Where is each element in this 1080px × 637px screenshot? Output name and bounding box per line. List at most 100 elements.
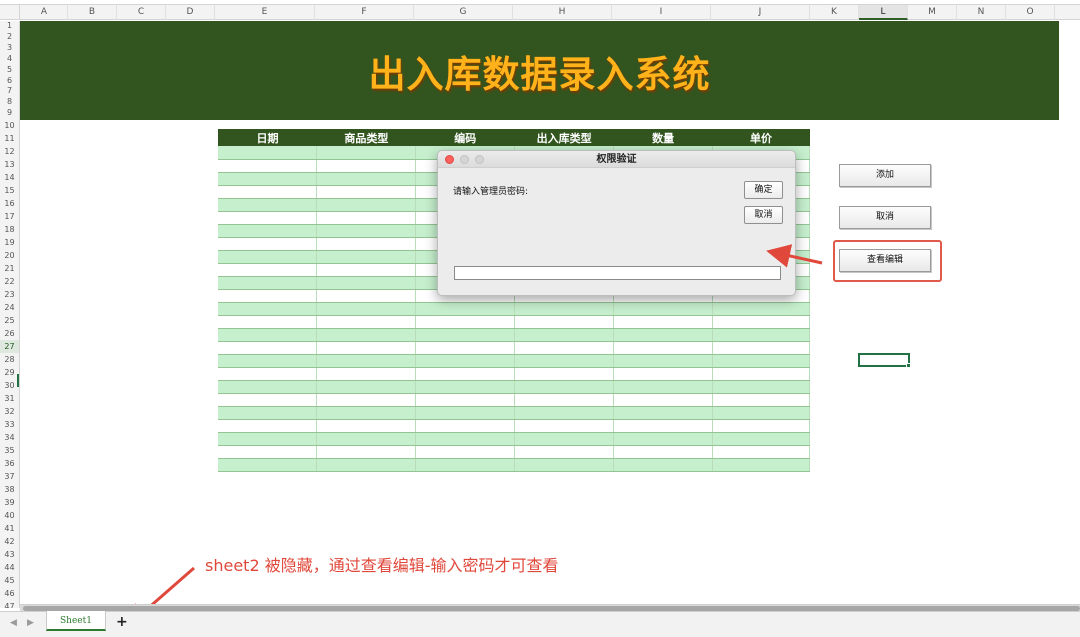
table-cell[interactable] <box>514 354 615 368</box>
dialog-titlebar[interactable]: 权限验证 <box>438 151 795 168</box>
table-cell[interactable] <box>218 406 318 420</box>
row-header-19[interactable]: 19 <box>0 236 19 249</box>
table-cell[interactable] <box>514 302 615 316</box>
table-cell[interactable] <box>218 315 318 329</box>
column-header-e[interactable]: E <box>215 5 315 20</box>
row-header-6[interactable]: 6 <box>0 76 19 87</box>
table-cell[interactable] <box>514 341 615 355</box>
table-cell[interactable] <box>514 406 615 420</box>
row-header-23[interactable]: 23 <box>0 288 19 301</box>
table-cell[interactable] <box>316 185 417 199</box>
table-cell[interactable] <box>712 302 810 316</box>
table-cell[interactable] <box>712 328 810 342</box>
table-cell[interactable] <box>613 406 714 420</box>
table-cell[interactable] <box>415 419 516 433</box>
table-cell[interactable] <box>415 367 516 381</box>
column-header-b[interactable]: B <box>68 5 117 20</box>
row-header-40[interactable]: 40 <box>0 509 19 522</box>
row-header-14[interactable]: 14 <box>0 171 19 184</box>
row-header-21[interactable]: 21 <box>0 262 19 275</box>
table-cell[interactable] <box>218 432 318 446</box>
row-header-1[interactable]: 1 <box>0 21 19 32</box>
column-header-g[interactable]: G <box>414 5 513 20</box>
table-cell[interactable] <box>218 380 318 394</box>
table-cell[interactable] <box>316 315 417 329</box>
table-cell[interactable] <box>712 380 810 394</box>
table-cell[interactable] <box>218 159 318 173</box>
table-cell[interactable] <box>218 237 318 251</box>
row-header-25[interactable]: 25 <box>0 314 19 327</box>
table-cell[interactable] <box>712 419 810 433</box>
row-header-16[interactable]: 16 <box>0 197 19 210</box>
table-cell[interactable] <box>613 302 714 316</box>
password-input[interactable] <box>454 266 781 280</box>
column-header-i[interactable]: I <box>612 5 711 20</box>
table-cell[interactable] <box>712 315 810 329</box>
table-cell[interactable] <box>514 458 615 472</box>
table-cell[interactable] <box>316 198 417 212</box>
table-cell[interactable] <box>613 393 714 407</box>
table-cell[interactable] <box>316 146 417 160</box>
row-header-26[interactable]: 26 <box>0 327 19 340</box>
table-cell[interactable] <box>613 445 714 459</box>
table-cell[interactable] <box>712 445 810 459</box>
row-header-4[interactable]: 4 <box>0 54 19 65</box>
table-cell[interactable] <box>415 406 516 420</box>
row-header-17[interactable]: 17 <box>0 210 19 223</box>
table-cell[interactable] <box>613 328 714 342</box>
table-cell[interactable] <box>514 445 615 459</box>
row-header-22[interactable]: 22 <box>0 275 19 288</box>
row-header-36[interactable]: 36 <box>0 457 19 470</box>
table-cell[interactable] <box>712 432 810 446</box>
view-edit-button[interactable]: 查看编辑 <box>839 249 931 272</box>
table-cell[interactable] <box>218 445 318 459</box>
table-cell[interactable] <box>218 224 318 238</box>
table-cell[interactable] <box>415 354 516 368</box>
table-cell[interactable] <box>218 302 318 316</box>
table-cell[interactable] <box>613 341 714 355</box>
column-header-c[interactable]: C <box>117 5 166 20</box>
row-header-8[interactable]: 8 <box>0 97 19 108</box>
cancel-button[interactable]: 取消 <box>839 206 931 229</box>
table-cell[interactable] <box>218 419 318 433</box>
table-cell[interactable] <box>316 341 417 355</box>
column-header-a[interactable]: A <box>21 5 68 20</box>
table-cell[interactable] <box>613 367 714 381</box>
header-unit-price[interactable]: 单价 <box>712 129 810 146</box>
table-cell[interactable] <box>415 315 516 329</box>
row-header-42[interactable]: 42 <box>0 535 19 548</box>
fill-handle[interactable] <box>906 363 911 368</box>
next-sheet-icon[interactable]: ▶ <box>27 618 34 628</box>
table-cell[interactable] <box>712 367 810 381</box>
row-header-7[interactable]: 7 <box>0 86 19 97</box>
row-header-45[interactable]: 45 <box>0 574 19 587</box>
close-icon[interactable] <box>445 155 454 164</box>
table-cell[interactable] <box>218 146 318 160</box>
table-cell[interactable] <box>218 263 318 277</box>
horizontal-scrollbar[interactable] <box>20 604 1080 611</box>
table-cell[interactable] <box>316 458 417 472</box>
table-cell[interactable] <box>514 380 615 394</box>
table-cell[interactable] <box>613 458 714 472</box>
row-header-44[interactable]: 44 <box>0 561 19 574</box>
column-header-d[interactable]: D <box>166 5 215 20</box>
header-code[interactable]: 编码 <box>415 129 515 146</box>
table-cell[interactable] <box>712 406 810 420</box>
row-header-41[interactable]: 41 <box>0 522 19 535</box>
table-cell[interactable] <box>514 432 615 446</box>
table-cell[interactable] <box>415 432 516 446</box>
table-cell[interactable] <box>613 432 714 446</box>
table-cell[interactable] <box>415 393 516 407</box>
table-cell[interactable] <box>316 289 417 303</box>
table-cell[interactable] <box>316 406 417 420</box>
table-cell[interactable] <box>613 354 714 368</box>
table-cell[interactable] <box>316 328 417 342</box>
column-header-n[interactable]: N <box>957 5 1006 20</box>
table-cell[interactable] <box>415 302 516 316</box>
sheet-tab[interactable]: Sheet1 <box>46 611 106 631</box>
column-header-k[interactable]: K <box>810 5 859 20</box>
column-header-f[interactable]: F <box>315 5 414 20</box>
header-io-type[interactable]: 出入库类型 <box>514 129 614 146</box>
table-cell[interactable] <box>218 172 318 186</box>
header-product-type[interactable]: 商品类型 <box>316 129 416 146</box>
